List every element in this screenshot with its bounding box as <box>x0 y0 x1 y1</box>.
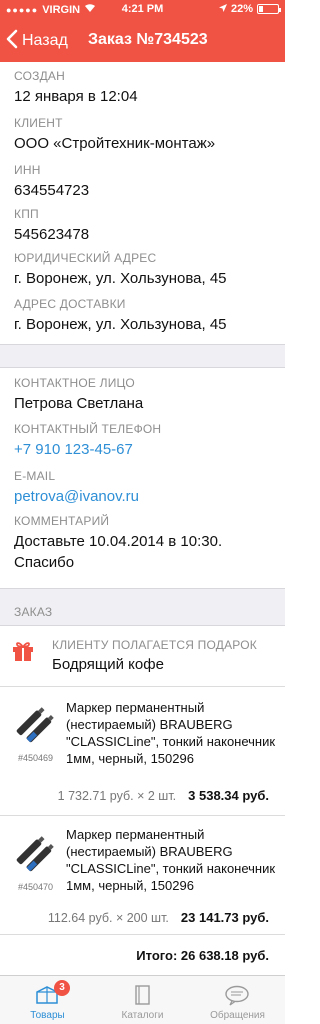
inn-field: ИНН 634554723 <box>14 163 277 200</box>
chevron-left-icon <box>6 29 18 53</box>
order-item[interactable]: #450469 Маркер перманентный (нестираемый… <box>0 687 285 815</box>
contact-person-value: Петрова Светлана <box>14 395 144 412</box>
section-separator <box>0 344 285 368</box>
item-price-line: 1 732.71 руб. × 2 шт. 3 538.34 руб. <box>58 788 269 803</box>
contact-phone-link[interactable]: +7 910 123-45-67 <box>14 440 277 459</box>
client-label: КЛИЕНТ <box>14 116 63 130</box>
back-label: Назад <box>22 32 68 49</box>
comment-label: КОММЕНТАРИЙ <box>14 514 110 528</box>
legal-address-field: ЮРИДИЧЕСКИЙ АДРЕС г. Воронеж, ул. Хользу… <box>14 251 277 288</box>
kpp-field: КПП 545623478 <box>14 207 277 244</box>
contact-phone-label: КОНТАКТНЫЙ ТЕЛЕФОН <box>14 422 162 436</box>
item-name: Маркер перманентный (нестираемый) BRAUBE… <box>66 827 276 893</box>
tab-label: Каталоги <box>121 1010 164 1021</box>
item-unit-price-qty: 112.64 руб. × 200 шт. <box>47 911 169 925</box>
kpp-value: 545623478 <box>14 226 90 243</box>
contact-person-label: КОНТАКТНОЕ ЛИЦО <box>14 376 135 390</box>
location-arrow-icon <box>218 3 227 15</box>
email-link[interactable]: petrova@ivanov.ru <box>14 487 277 506</box>
tab-requests[interactable]: Обращения <box>190 976 285 1024</box>
tab-products[interactable]: 3 Товары <box>0 976 95 1024</box>
catalog-icon <box>128 984 156 1006</box>
kpp-label: КПП <box>14 207 39 221</box>
legal-address-label: ЮРИДИЧЕСКИЙ АДРЕС <box>14 251 157 265</box>
comment-line-1: Доставьте 10.04.2014 в 10:30. <box>14 533 223 550</box>
delivery-address-value: г. Воронеж, ул. Хользунова, 45 <box>14 316 227 333</box>
order-total: Итого: 26 638.18 руб. <box>136 948 269 963</box>
tab-label: Товары <box>30 1010 65 1021</box>
top-bar: ●●●●● VIRGIN 4:21 PM 22% Назад Заказ №73… <box>0 0 285 62</box>
contact-phone-field: КОНТАКТНЫЙ ТЕЛЕФОН +7 910 123-45-67 <box>14 422 277 459</box>
order-section-header: ЗАКАЗ <box>0 588 285 626</box>
comment-field: КОММЕНТАРИЙ Доставьте 10.04.2014 в 10:30… <box>14 514 277 572</box>
chat-bubble-icon <box>223 984 251 1006</box>
item-price-line: 112.64 руб. × 200 шт. 23 141.73 руб. <box>48 910 269 925</box>
email-field: E-MAIL petrova@ivanov.ru <box>14 469 277 506</box>
battery-percent: 22% <box>230 3 253 15</box>
inn-label: ИНН <box>14 163 41 177</box>
tab-label: Обращения <box>210 1010 265 1021</box>
page-title: Заказ №734523 <box>88 31 208 48</box>
gift-icon <box>12 640 34 662</box>
created-label: СОЗДАН <box>14 69 65 83</box>
item-article: #450469 <box>18 753 54 763</box>
divider <box>0 934 285 935</box>
tab-catalogs[interactable]: Каталоги <box>95 976 190 1024</box>
item-unit-price-qty: 1 732.71 руб. × 2 шт. <box>57 789 177 803</box>
tab-bar: 3 Товары Каталоги Обращения <box>0 975 285 1024</box>
status-bar: ●●●●● VIRGIN 4:21 PM 22% <box>0 0 285 20</box>
gift-row: КЛИЕНТУ ПОЛАГАЕТСЯ ПОДАРОК Бодрящий кофе <box>0 630 285 680</box>
delivery-address-field: АДРЕС ДОСТАВКИ г. Воронеж, ул. Хользунов… <box>14 297 277 334</box>
back-button[interactable]: Назад <box>6 29 68 53</box>
inn-value: 634554723 <box>14 182 90 199</box>
order-item[interactable]: #450470 Маркер перманентный (нестираемый… <box>0 816 285 934</box>
order-section-label: ЗАКАЗ <box>14 605 53 619</box>
created-value: 12 января в 12:04 <box>14 88 138 105</box>
item-article: #450470 <box>18 882 54 892</box>
gift-label: КЛИЕНТУ ПОЛАГАЕТСЯ ПОДАРОК <box>52 638 257 652</box>
legal-address-value: г. Воронеж, ул. Хользунова, 45 <box>14 270 227 287</box>
contact-person-field: КОНТАКТНОЕ ЛИЦО Петрова Светлана <box>14 376 277 413</box>
item-line-total: 3 538.34 руб. <box>188 788 269 803</box>
comment-line-2: Спасибо <box>14 554 75 571</box>
gift-value: Бодрящий кофе <box>52 656 164 673</box>
created-field: СОЗДАН 12 января в 12:04 <box>14 69 277 106</box>
products-badge: 3 <box>54 980 70 996</box>
item-line-total: 23 141.73 руб. <box>180 910 269 925</box>
battery-icon <box>257 4 281 14</box>
client-field: КЛИЕНТ ООО «Стройтехник-монтаж» <box>14 116 277 153</box>
marker-product-image <box>12 703 58 749</box>
client-value: ООО «Стройтехник-монтаж» <box>14 135 216 152</box>
marker-product-image <box>12 832 58 878</box>
item-name: Маркер перманентный (нестираемый) BRAUBE… <box>66 700 276 766</box>
delivery-address-label: АДРЕС ДОСТАВКИ <box>14 297 126 311</box>
email-label: E-MAIL <box>14 469 56 483</box>
navigation-bar: Назад Заказ №734523 <box>0 20 285 62</box>
